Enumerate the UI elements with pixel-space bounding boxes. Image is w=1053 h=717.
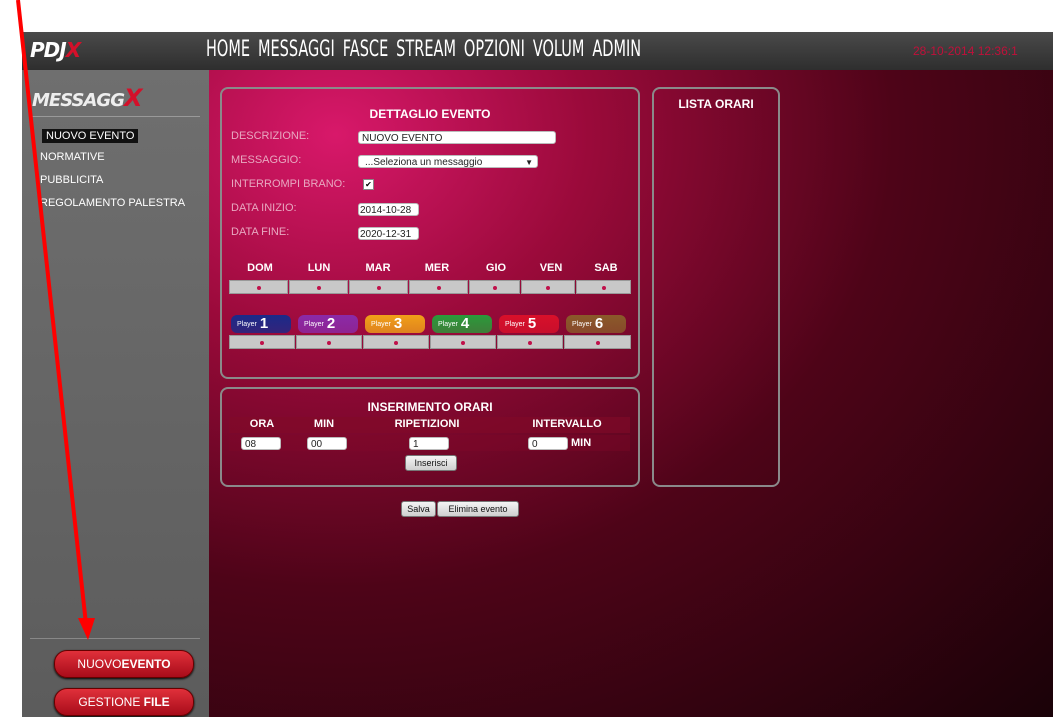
annotation-arrow: [16, 0, 95, 640]
annotation-arrow-line: [16, 0, 88, 625]
annotation-arrow-head: [78, 618, 95, 640]
